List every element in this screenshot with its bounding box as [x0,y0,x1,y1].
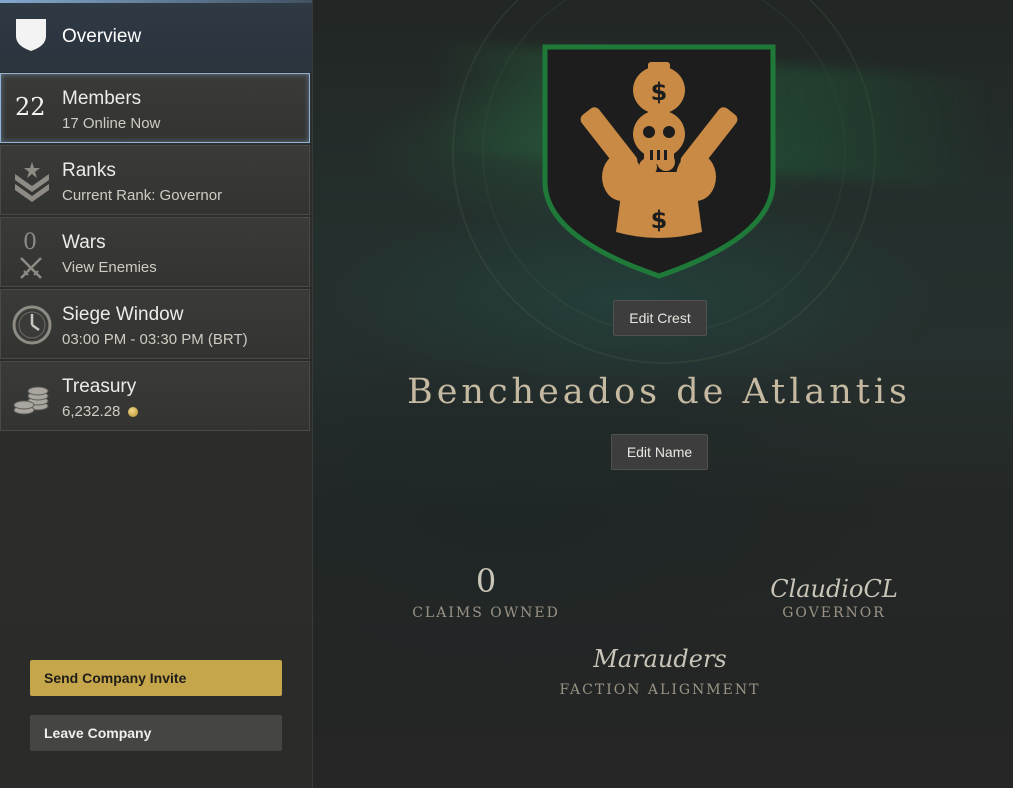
overview-panel: $ $ Edit Crest Bencheados de Atlantis Ed… [312,0,1013,788]
svg-text:$: $ [651,206,668,234]
overview-highlight [0,0,312,3]
chevron-rank-icon [15,162,49,202]
overview-label: Overview [62,26,142,47]
edit-crest-button[interactable]: Edit Crest [613,300,707,336]
treasury-amount: 6,232.28 [62,403,139,420]
sidebar-item-treasury[interactable]: Treasury 6,232.28 [0,361,310,431]
coin-stack-icon [13,386,49,415]
sidebar-item-members[interactable]: 22 Members 17 Online Now [0,73,310,143]
sidebar-item-title: Siege Window [62,304,184,325]
company-name: Bencheados de Atlantis [406,372,912,412]
sidebar-item-ranks[interactable]: Ranks Current Rank: Governor [0,145,310,215]
sidebar-item-title: Treasury [62,376,137,397]
sidebar-item-title: Wars [62,232,106,253]
clock-icon [12,305,52,345]
gold-coin-icon [128,407,139,417]
sidebar: Overview 22 Members 17 Online Now Ranks … [0,0,313,788]
send-company-invite-button[interactable]: Send Company Invite [30,660,282,696]
sidebar-item-subtitle: 17 Online Now [62,115,161,132]
faction-alignment-label: FACTION ALIGNMENT [559,682,761,698]
treasury-value: 6,232.28 [62,403,121,420]
crossed-swords-icon [20,257,42,279]
members-count: 22 [15,93,46,121]
claims-owned-value: 0 [475,562,497,600]
sidebar-item-subtitle: Current Rank: Governor [62,187,223,204]
svg-text:$: $ [651,78,668,106]
edit-name-button[interactable]: Edit Name [611,434,708,470]
governor-name: ClaudioCL [770,575,898,603]
claims-owned-label: CLAIMS OWNED [412,605,560,621]
company-crest-icon: $ $ [542,44,776,279]
faction-name: Marauders [593,645,727,673]
leave-company-button[interactable]: Leave Company [30,715,282,751]
sidebar-item-wars[interactable]: 0 Wars View Enemies [0,217,310,287]
sidebar-item-subtitle: View Enemies [62,259,157,276]
governor-label: GOVERNOR [782,605,886,621]
sidebar-item-title: Ranks [62,160,116,181]
sidebar-item-overview[interactable]: Overview [0,0,312,72]
shield-icon [16,19,46,51]
sidebar-item-siege-window[interactable]: Siege Window 03:00 PM - 03:30 PM (BRT) [0,289,310,359]
sidebar-item-subtitle: 03:00 PM - 03:30 PM (BRT) [62,331,248,348]
sidebar-item-title: Members [62,88,142,109]
wars-count: 0 [23,230,37,255]
